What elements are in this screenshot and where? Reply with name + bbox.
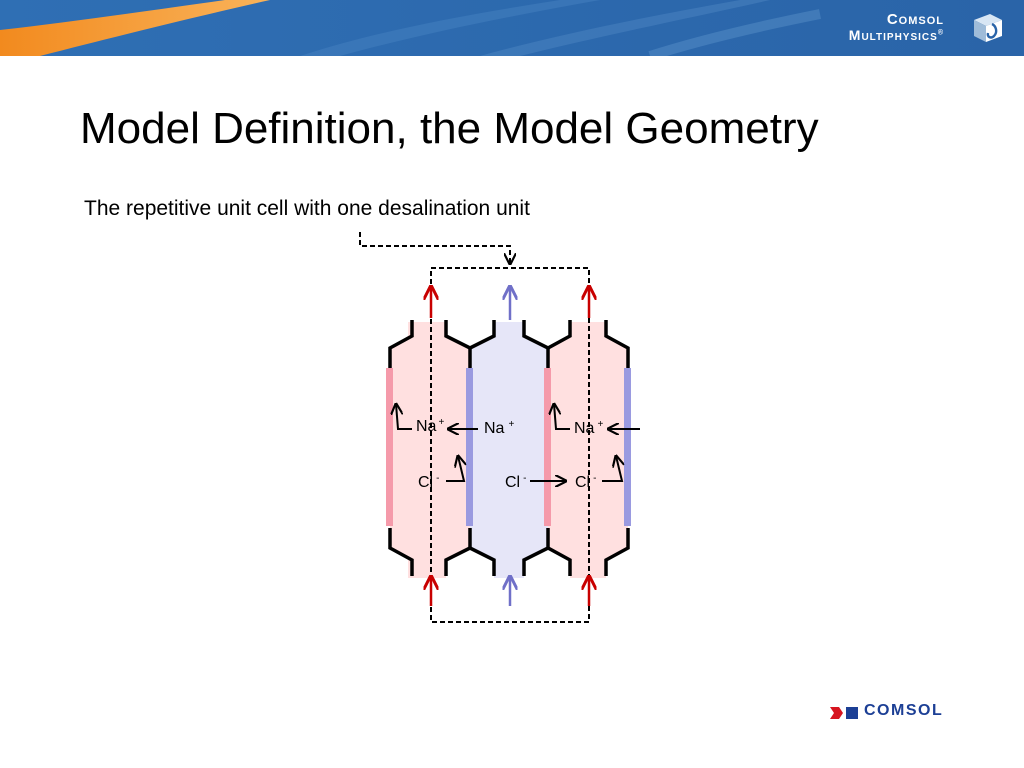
anion-exchange-membrane-left (466, 368, 473, 526)
footer-comsol-logo: COMSOL (830, 702, 970, 724)
anion-exchange-membrane-right (624, 368, 631, 526)
cation-exchange-membrane-right (544, 368, 551, 526)
footer-logo-text: COMSOL (864, 702, 944, 719)
cation-exchange-membrane-left (386, 368, 393, 526)
unit-cell-pointer (359, 232, 510, 264)
unit-cell-diagram: Na + Na + Na + Cl - Cl - Cl - (359, 232, 640, 623)
comsol-mark-icon (830, 707, 858, 719)
dilute-channel (470, 322, 548, 578)
